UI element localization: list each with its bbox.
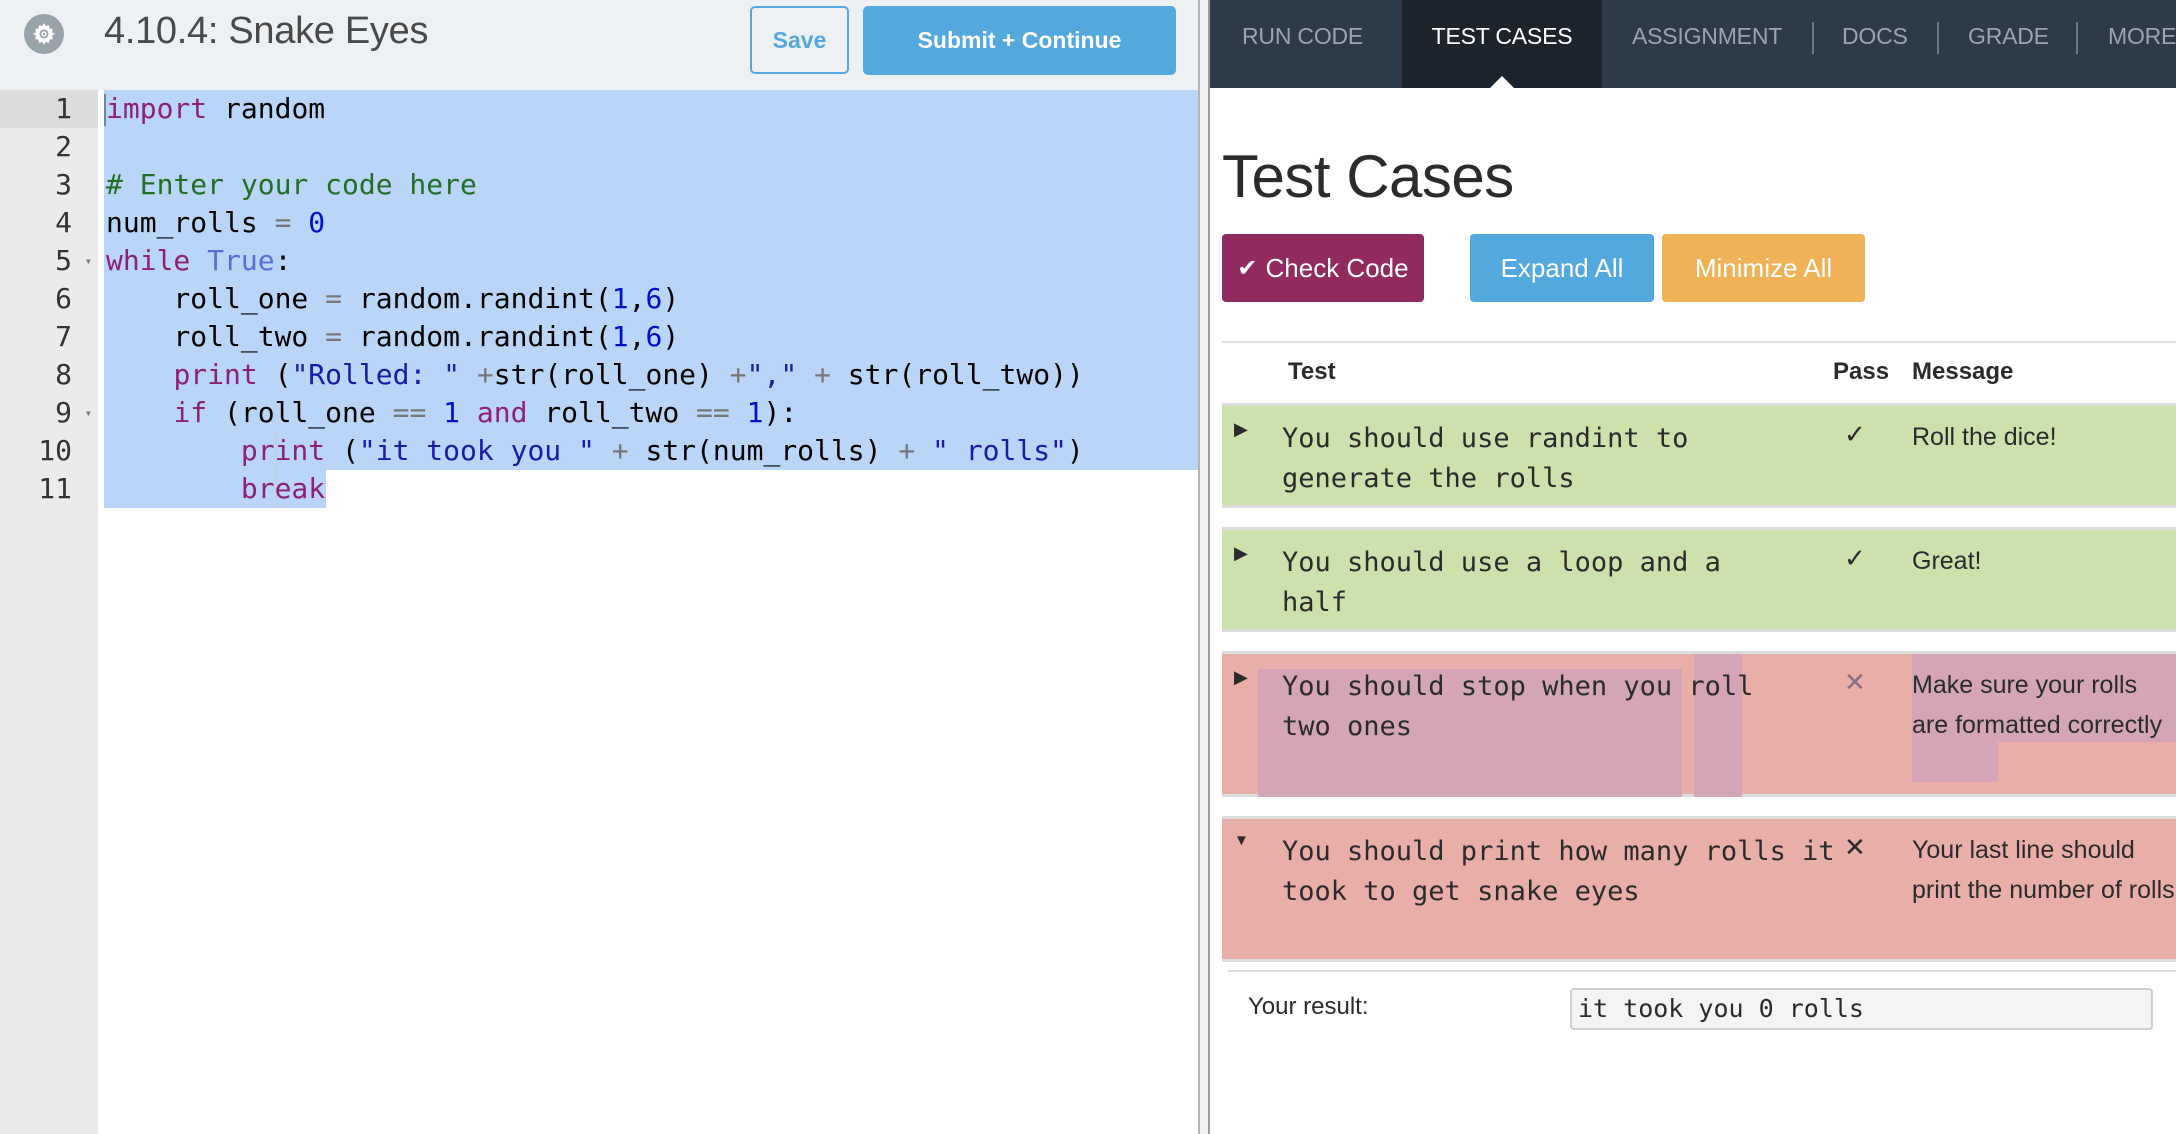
code-line[interactable]: while True:	[106, 242, 291, 280]
check-code-button[interactable]: ✔ Check Code	[1222, 234, 1424, 302]
tab-docs[interactable]: DOCS	[1842, 0, 1908, 88]
test-cases-pane: RUN CODE TEST CASES ASSIGNMENT DOCS GRAD…	[1210, 0, 2176, 1134]
line-number: 5 ▾	[0, 242, 98, 280]
text-cursor	[104, 94, 106, 126]
line-number: 4	[55, 206, 72, 239]
test-message: Your last line should print the number o…	[1912, 836, 2175, 904]
line-number: 6	[55, 282, 72, 315]
editor-header: 4.10.4: Snake Eyes Save Submit + Continu…	[0, 0, 1200, 90]
code-text-area[interactable]: import random # Enter your code here num_r…	[104, 90, 1198, 1134]
pane-splitter[interactable]	[1198, 0, 1210, 1134]
submit-continue-button[interactable]: Submit + Continue	[863, 6, 1176, 75]
page-title: Test Cases	[1222, 143, 1514, 210]
gear-icon	[33, 23, 55, 45]
right-nav-bar: RUN CODE TEST CASES ASSIGNMENT DOCS GRAD…	[1210, 0, 2176, 88]
settings-button[interactable]	[24, 14, 64, 54]
test-description: You should print how many rolls it took …	[1282, 836, 1835, 907]
fail-x-icon: ✕	[1844, 832, 1866, 862]
line-number: 1	[0, 90, 98, 128]
result-divider	[1228, 970, 2176, 972]
check-icon: ✔	[1237, 254, 1258, 282]
code-line[interactable]: print ("Rolled: " +str(roll_one) +"," + …	[106, 356, 1083, 394]
column-header-pass: Pass	[1833, 358, 1890, 385]
expand-caret-icon[interactable]: ▶	[1234, 667, 1248, 688]
expand-all-button[interactable]: Expand All	[1470, 234, 1654, 302]
line-number: 11	[38, 472, 72, 505]
your-result-output: it took you 0 rolls	[1570, 988, 2153, 1030]
expand-caret-icon[interactable]: ▶	[1234, 543, 1248, 564]
text-selection	[1912, 742, 1998, 782]
tab-assignment[interactable]: ASSIGNMENT	[1632, 0, 1782, 88]
line-number-gutter: 1 2 3 4 5 ▾ 6 7 8 9 ▾ 10 11	[0, 90, 98, 1134]
code-line[interactable]: roll_one = random.randint(1,6)	[106, 280, 679, 318]
tab-more[interactable]: MORE	[2108, 0, 2176, 88]
fail-x-icon: ✕	[1844, 667, 1866, 697]
code-line[interactable]: # Enter your code here	[106, 166, 477, 204]
save-button[interactable]: Save	[750, 6, 849, 74]
test-description: You should use randint to generate the r…	[1282, 423, 1689, 494]
nav-divider	[2076, 22, 2078, 54]
fold-toggle-icon[interactable]: ▾	[85, 394, 92, 432]
line-number: 9 ▾	[0, 394, 98, 432]
code-line[interactable]: print ("it took you " + str(num_rolls) +…	[106, 432, 1084, 470]
test-case-row[interactable]: ▼ You should print how many rolls it too…	[1222, 816, 2176, 962]
expand-caret-icon[interactable]: ▶	[1234, 419, 1248, 440]
pass-check-icon: ✓	[1844, 543, 1866, 573]
test-case-row[interactable]: ▶ You should stop when you roll two ones…	[1222, 651, 2176, 797]
code-editor[interactable]: 1 2 3 4 5 ▾ 6 7 8 9 ▾ 10 11 import random #…	[0, 90, 1198, 1134]
check-code-label: Check Code	[1265, 252, 1409, 283]
test-message: Great!	[1912, 547, 1982, 575]
line-number: 8	[55, 358, 72, 391]
pass-check-icon: ✓	[1844, 419, 1866, 449]
code-line[interactable]: roll_two = random.randint(1,6)	[106, 318, 679, 356]
line-number: 7	[55, 320, 72, 353]
tab-grade[interactable]: GRADE	[1968, 0, 2049, 88]
code-editor-pane: 4.10.4: Snake Eyes Save Submit + Continu…	[0, 0, 1200, 1134]
minimize-all-button[interactable]: Minimize All	[1662, 234, 1865, 302]
test-case-row[interactable]: ▶ You should use a loop and a half ✓ Gre…	[1222, 527, 2176, 632]
table-border	[1222, 341, 2176, 343]
code-line[interactable]: num_rolls = 0	[106, 204, 325, 242]
line-number: 10	[38, 434, 72, 467]
fold-toggle-icon[interactable]: ▾	[85, 242, 92, 280]
line-number: 2	[55, 130, 72, 163]
column-header-test: Test	[1288, 358, 1336, 385]
test-case-row[interactable]: ▶ You should use randint to generate the…	[1222, 403, 2176, 508]
tab-test-cases[interactable]: TEST CASES	[1402, 0, 1602, 88]
column-header-message: Message	[1912, 358, 2014, 385]
code-line[interactable]: import random	[106, 90, 325, 128]
nav-divider	[1812, 22, 1814, 54]
nav-divider	[1937, 22, 1939, 54]
test-description: You should stop when you roll two ones	[1282, 671, 1754, 742]
test-message: Roll the dice!	[1912, 423, 2057, 451]
code-line[interactable]: if (roll_one == 1 and roll_two == 1):	[106, 394, 797, 432]
tab-run-code[interactable]: RUN CODE	[1242, 0, 1363, 88]
your-result-label: Your result:	[1248, 993, 1369, 1020]
test-description: You should use a loop and a half	[1282, 547, 1721, 618]
assignment-title: 4.10.4: Snake Eyes	[104, 10, 429, 52]
code-line[interactable]: break	[106, 470, 325, 508]
test-message: Make sure your rolls are formatted corre…	[1912, 671, 2163, 739]
collapse-caret-icon[interactable]: ▼	[1234, 832, 1249, 849]
line-number: 3	[55, 168, 72, 201]
